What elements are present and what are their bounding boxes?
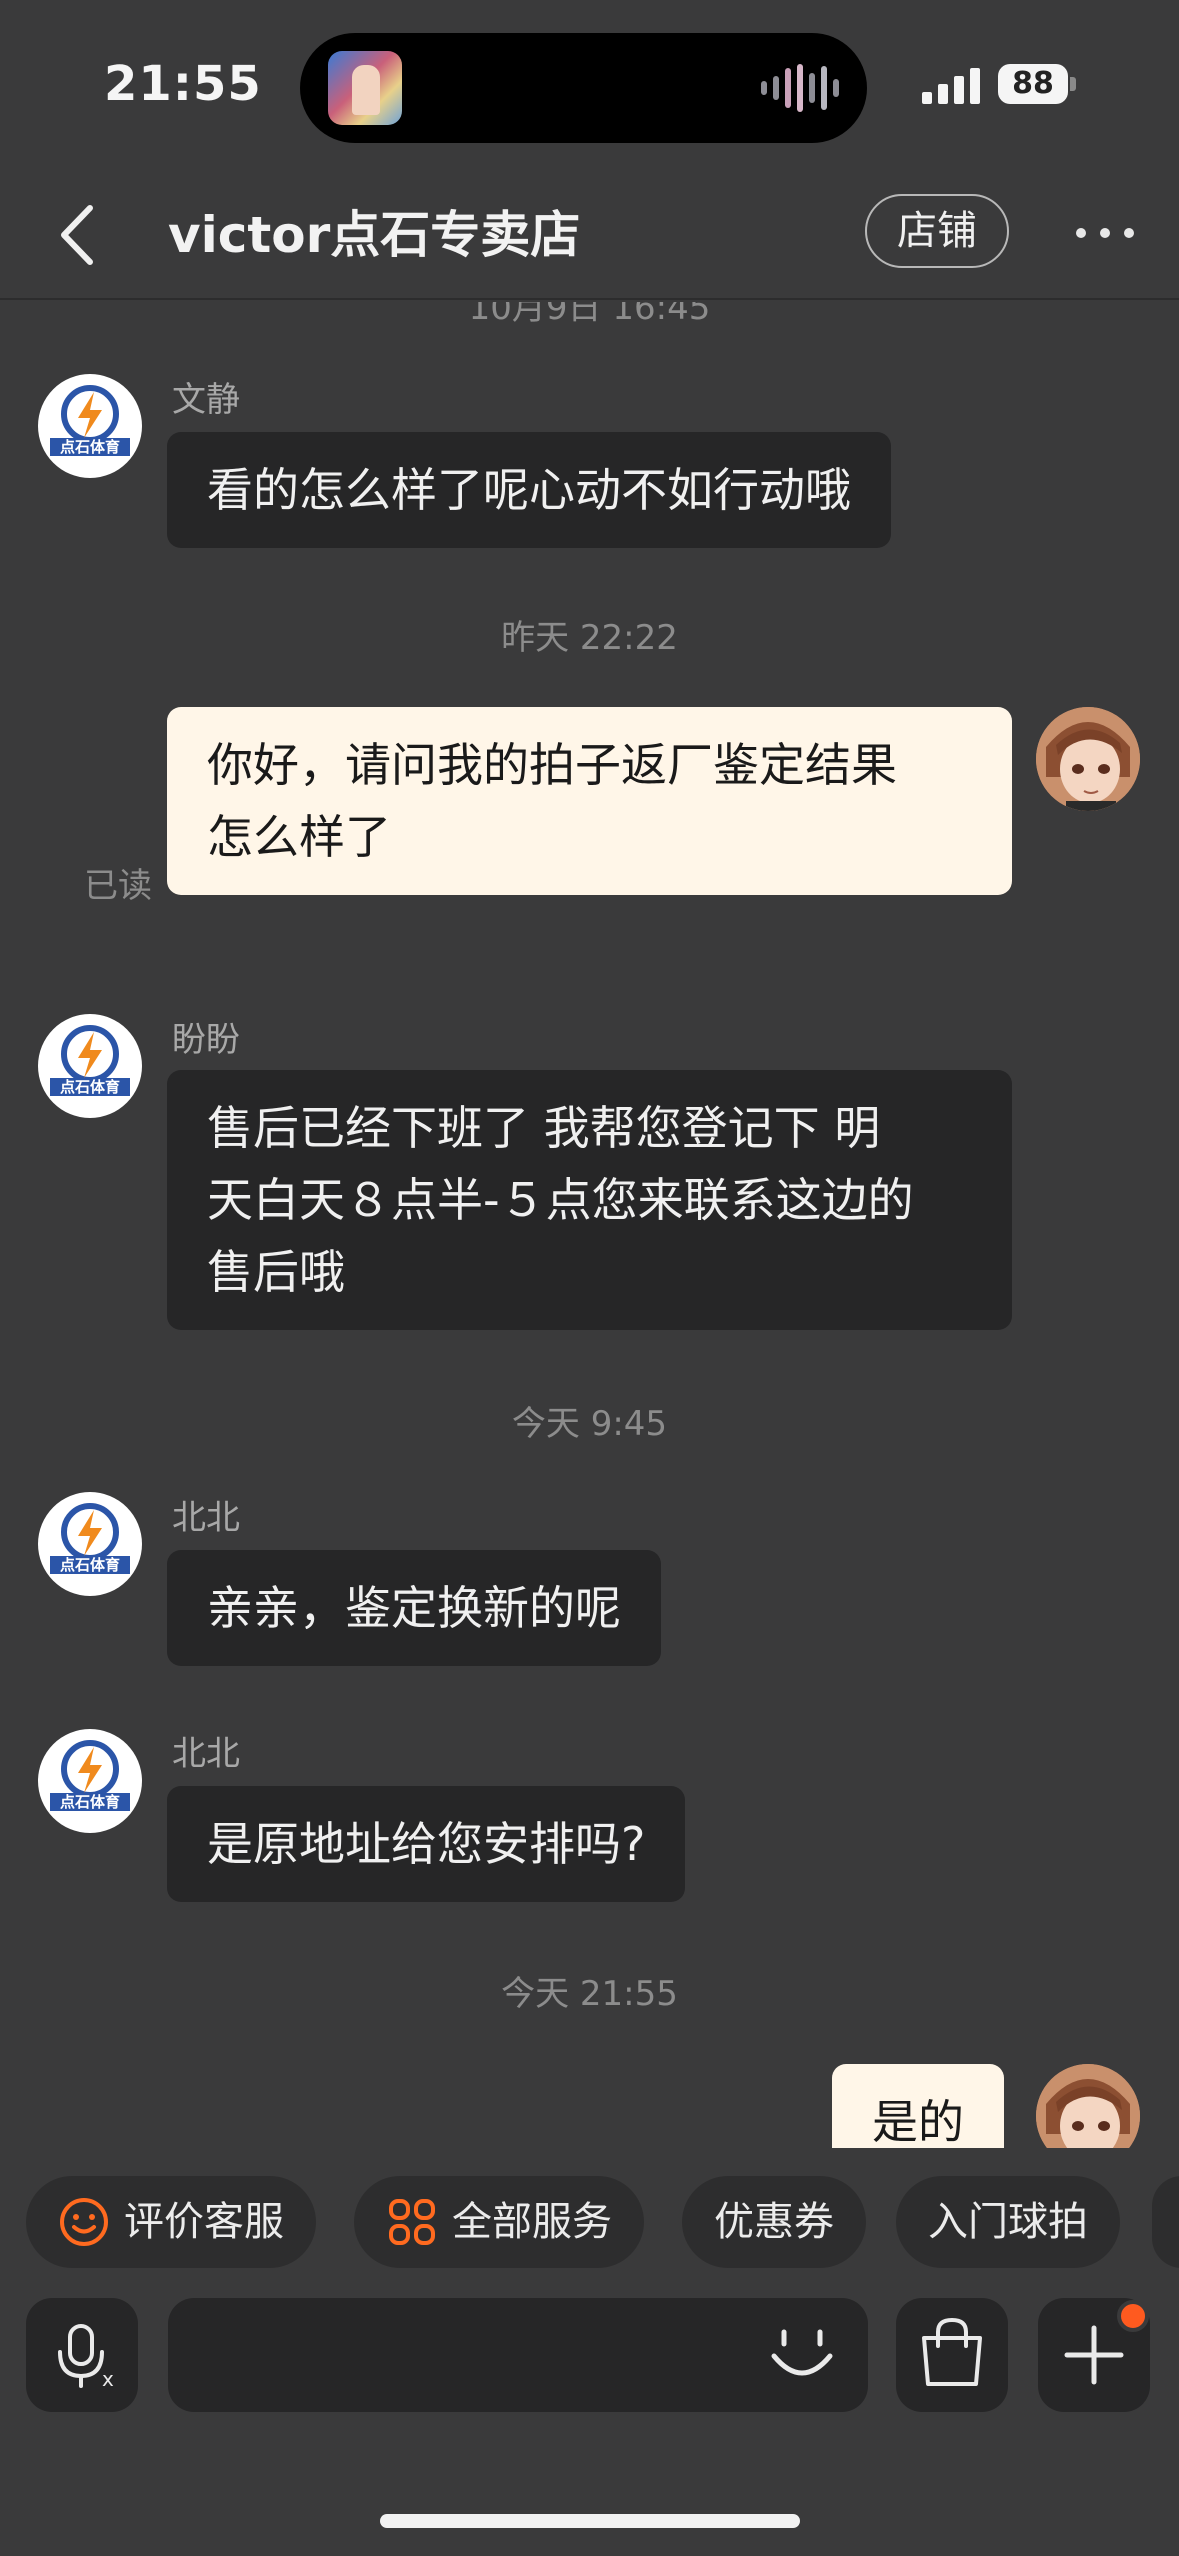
- shop-button[interactable]: 店铺: [865, 194, 1009, 268]
- smile-icon: [60, 2198, 108, 2246]
- incoming-message-bubble[interactable]: 售后已经下班了 我帮您登记下 明 天白天８点半-５点您来联系这边的 售后哦: [167, 1070, 1012, 1330]
- message-line: 天白天８点半-５点您来联系这边的: [207, 1173, 914, 1227]
- sender-name: 文静: [172, 380, 240, 420]
- timestamp: 10月9日 16:45: [468, 302, 711, 328]
- svg-text:点石体育: 点石体育: [60, 1793, 120, 1811]
- message-input-bar: x: [0, 2298, 1179, 2414]
- coupon-chip[interactable]: 优惠券: [682, 2176, 866, 2268]
- notification-dot: [1117, 2300, 1149, 2332]
- shop-logo-avatar[interactable]: 点石体育: [38, 1729, 142, 1833]
- microphone-icon: x: [58, 2324, 114, 2391]
- grid-icon: [389, 2199, 435, 2245]
- anime-user-avatar[interactable]: [1036, 2064, 1140, 2148]
- svg-text:点石体育: 点石体育: [60, 1078, 120, 1096]
- shopping-bag-icon: [922, 2317, 982, 2386]
- chat-scroll-area[interactable]: 10月9日 16:45 点石体育 文静 看的怎么样了呢心动不如行动哦 昨天 22…: [0, 302, 1179, 2148]
- shop-logo-avatar[interactable]: 点石体育: [38, 1492, 142, 1596]
- incoming-message-bubble[interactable]: 看的怎么样了呢心动不如行动哦: [167, 432, 891, 548]
- sender-name: 盼盼: [172, 1020, 240, 1060]
- anime-user-avatar[interactable]: [1036, 707, 1140, 811]
- read-receipt: 已读: [84, 866, 152, 906]
- chat-title: victor点石专卖店: [168, 206, 581, 264]
- message-line: 你好，请问我的拍子返厂鉴定结果: [207, 738, 897, 792]
- now-playing-artwork: [328, 51, 402, 125]
- chip-label: 全部服务: [452, 2199, 612, 2245]
- chip-label: 优惠券: [714, 2199, 834, 2245]
- beginner-racket-chip[interactable]: 入门球拍: [896, 2176, 1120, 2268]
- back-chevron-icon[interactable]: [52, 198, 112, 272]
- message-line: 售后已经下班了 我帮您登记下 明: [207, 1101, 881, 1155]
- battery-cap: [1070, 77, 1076, 91]
- status-time: 21:55: [104, 56, 262, 112]
- shop-logo-avatar[interactable]: 点石体育: [38, 374, 142, 478]
- audio-waveform-icon: [761, 63, 839, 113]
- message-line: 售后哦: [207, 1245, 345, 1299]
- home-indicator[interactable]: [380, 2514, 800, 2528]
- sender-name: 北北: [172, 1734, 240, 1774]
- sender-name: 北北: [172, 1498, 240, 1538]
- nav-bar: victor点石专卖店 店铺: [0, 170, 1179, 300]
- outgoing-message-bubble[interactable]: 是的: [832, 2064, 1004, 2148]
- chip-label: 评价客服: [124, 2199, 284, 2245]
- chip-label: 入门球拍: [928, 2199, 1088, 2245]
- more-options-icon[interactable]: [1076, 220, 1134, 246]
- dynamic-island[interactable]: [300, 33, 867, 143]
- svg-text:点石体育: 点石体育: [60, 438, 120, 456]
- battery-icon: 88: [998, 64, 1068, 104]
- all-services-chip[interactable]: 全部服务: [354, 2176, 644, 2268]
- shop-logo-avatar[interactable]: 点石体育: [38, 1014, 142, 1118]
- more-chip-partial[interactable]: [1152, 2176, 1179, 2268]
- timestamp: 昨天 22:22: [501, 618, 678, 658]
- voice-input-button[interactable]: x: [26, 2298, 138, 2412]
- timestamp: 今天 21:55: [501, 1974, 678, 2014]
- status-bar: 21:55 88: [0, 0, 1179, 170]
- emoji-icon[interactable]: [760, 2320, 844, 2390]
- incoming-message-bubble[interactable]: 亲亲，鉴定换新的呢: [167, 1550, 661, 1666]
- cellular-signal-icon: [922, 66, 980, 104]
- outgoing-message-bubble[interactable]: 你好，请问我的拍子返厂鉴定结果 怎么样了: [167, 707, 1012, 895]
- product-bag-button[interactable]: [896, 2298, 1008, 2412]
- svg-text:x: x: [102, 2367, 114, 2391]
- incoming-message-bubble[interactable]: 是原地址给您安排吗?: [167, 1786, 686, 1902]
- quick-actions-bar: 评价客服 全部服务 优惠券 入门球拍: [0, 2176, 1179, 2270]
- svg-text:点石体育: 点石体育: [60, 1556, 120, 1574]
- timestamp: 今天 9:45: [511, 1404, 668, 1444]
- message-line: 怎么样了: [207, 810, 391, 864]
- rate-service-chip[interactable]: 评价客服: [26, 2176, 316, 2268]
